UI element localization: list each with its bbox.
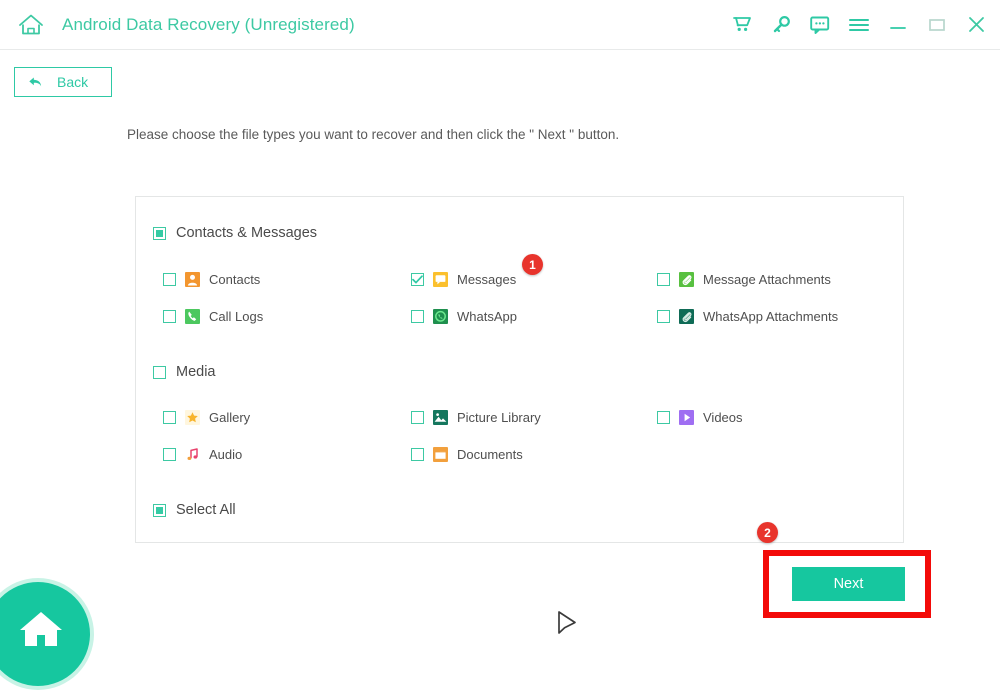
feedback-icon[interactable]: [810, 15, 830, 35]
back-button[interactable]: Back: [14, 67, 112, 97]
audio-checkbox[interactable]: [163, 448, 176, 461]
messages-icon: [433, 272, 448, 287]
select-all-checkbox[interactable]: [153, 503, 166, 517]
step-badge-2: 2: [757, 522, 778, 543]
whatsapp-attachments-checkbox[interactable]: [657, 310, 670, 323]
home-filled-icon: [12, 611, 64, 656]
group-media-checkbox[interactable]: [153, 365, 166, 379]
item-call-logs[interactable]: Call Logs: [163, 309, 263, 324]
group-contacts-messages-label: Contacts & Messages: [176, 225, 318, 241]
whatsapp-attachments-icon: [679, 309, 694, 324]
select-all[interactable]: Select All: [153, 502, 236, 518]
group-contacts-messages[interactable]: Contacts & Messages: [153, 225, 317, 241]
item-picture-library[interactable]: Picture Library: [411, 410, 541, 425]
app-title: Android Data Recovery (Unregistered): [62, 14, 355, 34]
item-whatsapp-attachments[interactable]: WhatsApp Attachments: [657, 309, 838, 324]
item-whatsapp-attachments-label: WhatsApp Attachments: [703, 309, 839, 324]
message-attachments-checkbox[interactable]: [657, 273, 670, 286]
menu-icon[interactable]: [849, 15, 869, 35]
call-logs-checkbox[interactable]: [163, 310, 176, 323]
back-arrow-icon: [28, 75, 43, 90]
contacts-icon: [185, 272, 200, 287]
whatsapp-checkbox[interactable]: [411, 310, 424, 323]
item-whatsapp[interactable]: WhatsApp: [411, 309, 517, 324]
messages-checkbox[interactable]: [411, 273, 424, 286]
videos-checkbox[interactable]: [657, 411, 670, 424]
cart-icon[interactable]: [732, 15, 752, 35]
group-media-label: Media: [176, 364, 216, 380]
item-documents[interactable]: Documents: [411, 447, 523, 462]
item-contacts[interactable]: Contacts: [163, 272, 260, 287]
picture-library-checkbox[interactable]: [411, 411, 424, 424]
documents-icon: [433, 447, 448, 462]
item-audio-label: Audio: [209, 447, 243, 462]
contacts-checkbox[interactable]: [163, 273, 176, 286]
instruction-text: Please choose the file types you want to…: [127, 127, 620, 142]
mouse-cursor: [556, 610, 580, 645]
gallery-checkbox[interactable]: [163, 411, 176, 424]
audio-icon: [185, 447, 200, 462]
whatsapp-icon: [433, 309, 448, 324]
minimize-icon[interactable]: [888, 15, 908, 35]
item-messages-label: Messages: [457, 272, 517, 287]
item-message-attachments-label: Message Attachments: [703, 272, 831, 287]
select-all-label: Select All: [176, 502, 236, 518]
item-whatsapp-label: WhatsApp: [457, 309, 517, 324]
group-contacts-messages-checkbox[interactable]: [153, 226, 166, 240]
call-logs-icon: [185, 309, 200, 324]
close-icon[interactable]: [966, 15, 986, 35]
group-media[interactable]: Media: [153, 364, 216, 380]
home-outline-icon[interactable]: [14, 8, 48, 42]
documents-checkbox[interactable]: [411, 448, 424, 461]
maximize-icon[interactable]: [927, 15, 947, 35]
videos-icon: [679, 410, 694, 425]
picture-library-icon: [433, 410, 448, 425]
item-contacts-label: Contacts: [209, 272, 261, 287]
item-call-logs-label: Call Logs: [209, 309, 264, 324]
gallery-icon: [185, 410, 200, 425]
back-button-label: Back: [57, 74, 89, 90]
window-controls: [732, 0, 986, 49]
item-messages[interactable]: Messages: [411, 272, 516, 287]
item-audio[interactable]: Audio: [163, 447, 242, 462]
step-badge-1: 1: [522, 254, 543, 275]
title-bar: Android Data Recovery (Unregistered): [0, 0, 1000, 50]
item-picture-library-label: Picture Library: [457, 410, 541, 425]
message-attachments-icon: [679, 272, 694, 287]
item-message-attachments[interactable]: Message Attachments: [657, 272, 831, 287]
next-button[interactable]: Next: [792, 567, 905, 601]
item-gallery[interactable]: Gallery: [163, 410, 250, 425]
key-icon[interactable]: [771, 15, 791, 35]
file-type-panel: Contacts & Messages Contacts Messages Me…: [135, 196, 904, 543]
item-gallery-label: Gallery: [209, 410, 251, 425]
item-documents-label: Documents: [457, 447, 523, 462]
item-videos[interactable]: Videos: [657, 410, 743, 425]
item-videos-label: Videos: [703, 410, 743, 425]
